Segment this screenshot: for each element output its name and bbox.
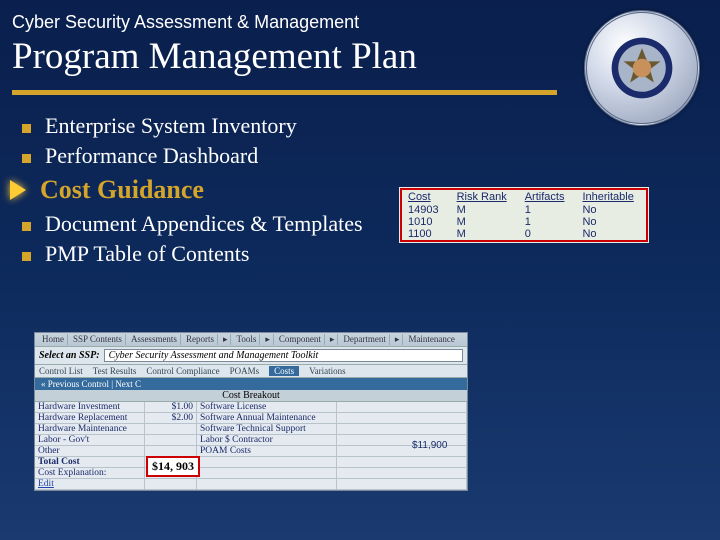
menu-item[interactable]: Reports bbox=[183, 334, 218, 345]
bullet-text: PMP Table of Contents bbox=[45, 241, 249, 267]
menu-item[interactable]: Assessments bbox=[128, 334, 181, 345]
col-header: Risk Rank bbox=[451, 190, 519, 204]
tab-costs[interactable]: Costs bbox=[269, 366, 299, 376]
arrow-icon bbox=[10, 180, 26, 200]
bullet-text: Document Appendices & Templates bbox=[45, 211, 363, 237]
table-row: 1010M1No bbox=[402, 216, 646, 228]
section-header: Cost Breakout bbox=[35, 390, 467, 402]
breakout-grid: Hardware Investment$1.00Software License… bbox=[35, 402, 467, 490]
doj-seal-icon bbox=[584, 10, 700, 126]
cost-breakout-panel: Home SSP Contents Assessments Reports ▸ … bbox=[34, 332, 468, 491]
menu-item[interactable]: Component bbox=[276, 334, 325, 345]
edit-link[interactable]: Edit bbox=[35, 479, 145, 490]
tab[interactable]: POAMs bbox=[230, 366, 260, 376]
divider bbox=[12, 90, 557, 95]
table-row: 14903M1No bbox=[402, 204, 646, 216]
menu-item[interactable]: Maintenance bbox=[405, 334, 457, 345]
bullet-item: PMP Table of Contents bbox=[22, 241, 720, 267]
menu-item[interactable]: Tools bbox=[233, 334, 260, 345]
bullet-text: Enterprise System Inventory bbox=[45, 113, 297, 139]
menu-item[interactable]: SSP Contents bbox=[70, 334, 126, 345]
ssp-select[interactable]: Cyber Security Assessment and Management… bbox=[104, 349, 463, 362]
bullet-icon bbox=[22, 124, 31, 133]
app-menubar: Home SSP Contents Assessments Reports ▸ … bbox=[35, 333, 467, 347]
highlight-text: Cost Guidance bbox=[40, 175, 204, 205]
pager[interactable]: « Previous Control | Next C bbox=[35, 378, 467, 390]
menu-item[interactable]: Department bbox=[340, 334, 389, 345]
bullet-icon bbox=[22, 252, 31, 261]
total-cost-highlight: $14, 903 bbox=[146, 456, 200, 477]
cost-summary-table: Cost Risk Rank Artifacts Inheritable 149… bbox=[400, 188, 648, 242]
tab[interactable]: Control List bbox=[39, 366, 83, 376]
tab[interactable]: Test Results bbox=[93, 366, 137, 376]
col-header: Inheritable bbox=[576, 190, 645, 204]
tab[interactable]: Variations bbox=[309, 366, 346, 376]
bullet-item: Performance Dashboard bbox=[22, 143, 720, 169]
bullet-text: Performance Dashboard bbox=[45, 143, 258, 169]
tab-bar: Control List Test Results Control Compli… bbox=[35, 365, 467, 378]
bullet-icon bbox=[22, 222, 31, 231]
col-header: Cost bbox=[402, 190, 451, 204]
select-label: Select an SSP: bbox=[39, 350, 100, 361]
tab[interactable]: Control Compliance bbox=[146, 366, 219, 376]
menu-item[interactable]: Home bbox=[39, 334, 68, 345]
col-header: Artifacts bbox=[519, 190, 577, 204]
poam-cost-value: $11,900 bbox=[412, 440, 447, 451]
bullet-icon bbox=[22, 154, 31, 163]
table-row: 1100M0No bbox=[402, 228, 646, 240]
